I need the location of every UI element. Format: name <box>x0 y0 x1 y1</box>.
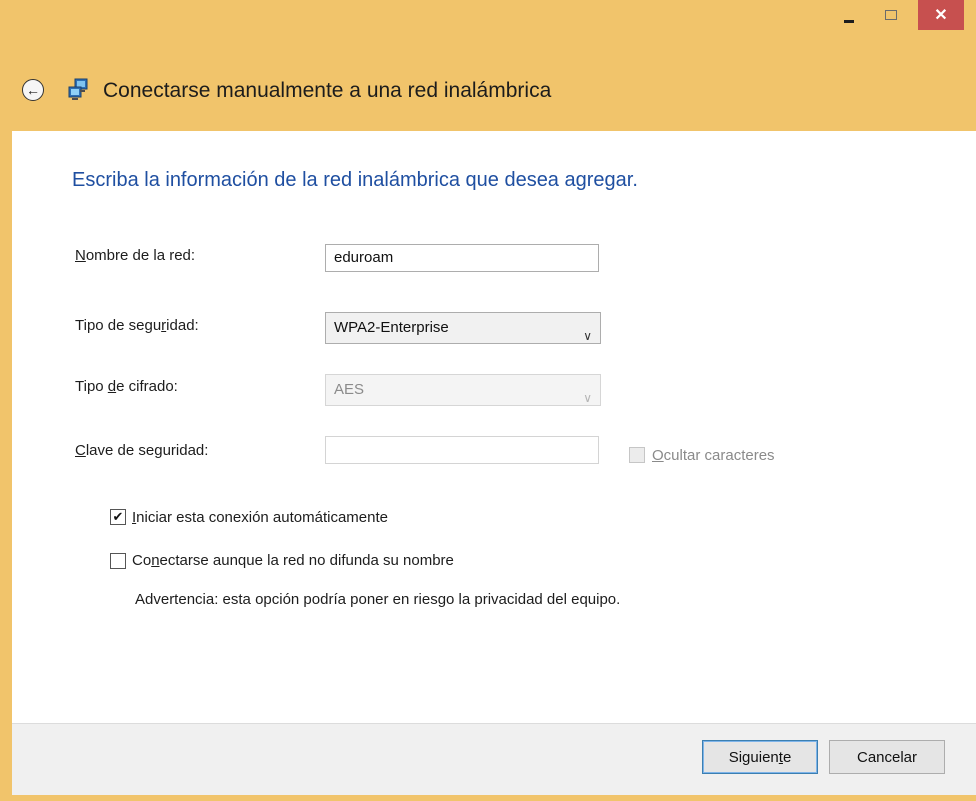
hide-characters-label[interactable]: Ocultar caracteres <box>652 447 775 464</box>
wizard-title: Conectarse manualmente a una red inalámb… <box>103 79 552 102</box>
security-type-value: WPA2-Enterprise <box>334 319 449 336</box>
content-panel: Escriba la información de la red inalámb… <box>12 131 976 723</box>
auto-connect-checkbox[interactable]: ✔ <box>110 509 126 525</box>
checkmark-icon: ✔ <box>112 509 124 524</box>
minimize-button[interactable] <box>836 0 862 30</box>
privacy-warning: Advertencia: esta opción podría poner en… <box>135 591 621 608</box>
security-type-select[interactable]: WPA2-Enterprise ∨ <box>325 312 601 344</box>
security-key-input[interactable] <box>325 436 599 464</box>
chevron-down-icon: ∨ <box>583 329 592 343</box>
encryption-type-select[interactable]: AES ∨ <box>325 374 601 406</box>
close-button[interactable]: ✕ <box>918 0 964 30</box>
next-button[interactable]: Siguien t e <box>702 740 818 774</box>
hide-characters-checkbox[interactable] <box>629 447 645 463</box>
encryption-type-label: Tipo de cifrado: <box>75 378 178 395</box>
network-icon <box>68 78 88 100</box>
instruction-heading: Escriba la información de la red inalámb… <box>72 169 638 191</box>
maximize-button[interactable] <box>878 0 904 30</box>
minimize-icon <box>844 19 854 23</box>
network-name-label: Nombre de la red: <box>75 247 196 264</box>
wizard-header: ← Conectarse manualmente a una red inalá… <box>0 70 976 114</box>
back-arrow-icon: ← <box>26 82 40 98</box>
security-type-label: Tipo de seguridad: <box>75 317 199 334</box>
network-name-input[interactable]: eduroam <box>325 244 599 272</box>
title-bar[interactable]: ✕ <box>0 0 976 48</box>
button-bar: Siguien t e Cancelar <box>12 723 976 795</box>
cancel-button[interactable]: Cancelar <box>829 740 945 774</box>
hidden-network-checkbox[interactable] <box>110 553 126 569</box>
close-icon: ✕ <box>934 7 948 24</box>
back-button[interactable]: ← <box>22 79 44 101</box>
maximize-icon <box>885 10 897 20</box>
hidden-network-label[interactable]: Conectarse aunque la red no difunda su n… <box>132 552 454 569</box>
auto-connect-label[interactable]: Iniciar esta conexión automáticamente <box>132 509 388 526</box>
dialog-window: ✕ ← Conectarse manualmente a una red ina… <box>0 0 976 801</box>
encryption-type-value: AES <box>334 381 365 398</box>
security-key-label: Clave de seguridad: <box>75 442 209 459</box>
chevron-down-icon: ∨ <box>583 391 592 405</box>
